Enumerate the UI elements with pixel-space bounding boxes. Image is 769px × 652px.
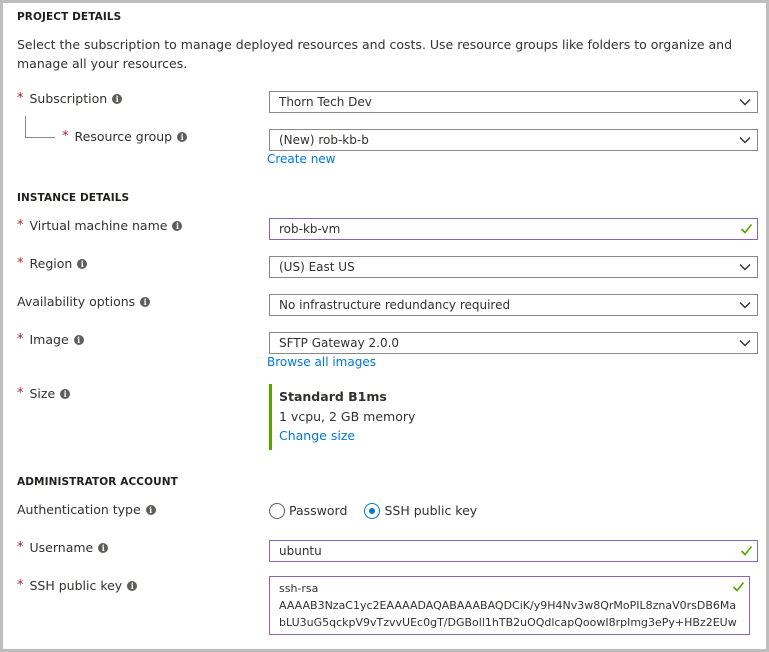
required-marker: * [17,91,24,106]
tree-connector [25,137,55,138]
vm-name-label: * Virtual machine name i [17,218,183,233]
info-icon[interactable]: i [145,504,156,515]
region-label: * Region i [17,256,88,271]
check-icon [740,545,753,556]
auth-option-ssh-public-key[interactable]: SSH public key [364,500,489,519]
chevron-down-icon [739,264,751,271]
info-icon[interactable]: i [177,131,188,142]
required-marker: * [17,218,24,233]
size-name: Standard B1ms [279,389,387,404]
ssh-key-line: AAAAB3NzaC1yc2EAAAADAQABAAABAQDCiK/y9H4N… [279,599,737,612]
vm-name-input[interactable]: rob-kb-vm [269,218,758,240]
subscription-label: * Subscription i [17,91,123,106]
browse-all-images-link[interactable]: Browse all images [267,355,376,369]
ssh-key-line: bLU3uG5qckpV9vTzvvUEc0gT/DGBoll1hTB2uOQd… [279,616,737,629]
info-icon[interactable]: i [112,93,123,104]
authentication-type-radio-group: Password SSH public key [269,500,489,519]
resource-group-label: * Resource group i [62,129,188,144]
radio-button-selected[interactable] [364,502,381,519]
chevron-down-icon [739,137,751,144]
size-label: * Size i [17,386,71,401]
info-icon[interactable]: i [60,388,71,399]
availability-options-dropdown[interactable]: No infrastructure redundancy required [269,294,758,316]
size-spec: 1 vcpu, 2 GB memory [279,409,416,424]
info-icon[interactable]: i [73,334,84,345]
resource-group-dropdown[interactable]: (New) rob-kb-b [269,129,758,151]
project-details-heading: PROJECT DETAILS [17,11,122,23]
auth-option-password[interactable]: Password [269,500,364,519]
region-dropdown[interactable]: (US) East US [269,256,758,278]
tree-connector [25,116,26,137]
check-icon [740,223,753,234]
change-size-link[interactable]: Change size [279,428,479,443]
availability-options-label: Availability options i [17,294,151,309]
chevron-down-icon [739,302,751,309]
ssh-key-line: ssh-rsa [279,582,319,595]
username-input[interactable]: ubuntu [269,540,758,562]
ssh-public-key-textarea[interactable]: ssh-rsa AAAAB3NzaC1yc2EAAAADAQABAAABAQDC… [269,576,750,635]
info-icon[interactable]: i [98,542,109,553]
administrator-account-heading: ADMINISTRATOR ACCOUNT [17,476,178,488]
radio-button[interactable] [269,502,285,519]
image-dropdown[interactable]: SFTP Gateway 2.0.0 [269,332,758,354]
create-vm-form: PROJECT DETAILS Select the subscription … [0,0,769,652]
required-marker: * [17,386,24,401]
info-icon[interactable]: i [77,258,88,269]
ssh-public-key-label: * SSH public key i [17,578,138,593]
info-icon[interactable]: i [140,296,151,307]
image-label: * Image i [17,332,84,347]
chevron-down-icon [739,99,751,106]
required-marker: * [17,256,24,271]
required-marker: * [17,332,24,347]
info-icon[interactable]: i [127,580,138,591]
check-icon [732,581,745,592]
required-marker: * [17,540,24,555]
instance-details-heading: INSTANCE DETAILS [17,192,130,204]
info-icon[interactable]: i [172,220,183,231]
create-new-link[interactable]: Create new [267,152,336,166]
authentication-type-label: Authentication type i [17,502,156,517]
required-marker: * [17,578,24,593]
project-details-description: Select the subscription to manage deploy… [17,37,733,71]
required-marker: * [62,129,69,144]
chevron-down-icon [739,340,751,347]
username-label: * Username i [17,540,109,555]
size-summary: Standard B1ms 1 vcpu, 2 GB memory Change… [269,384,479,450]
subscription-dropdown[interactable]: Thorn Tech Dev [269,91,758,113]
